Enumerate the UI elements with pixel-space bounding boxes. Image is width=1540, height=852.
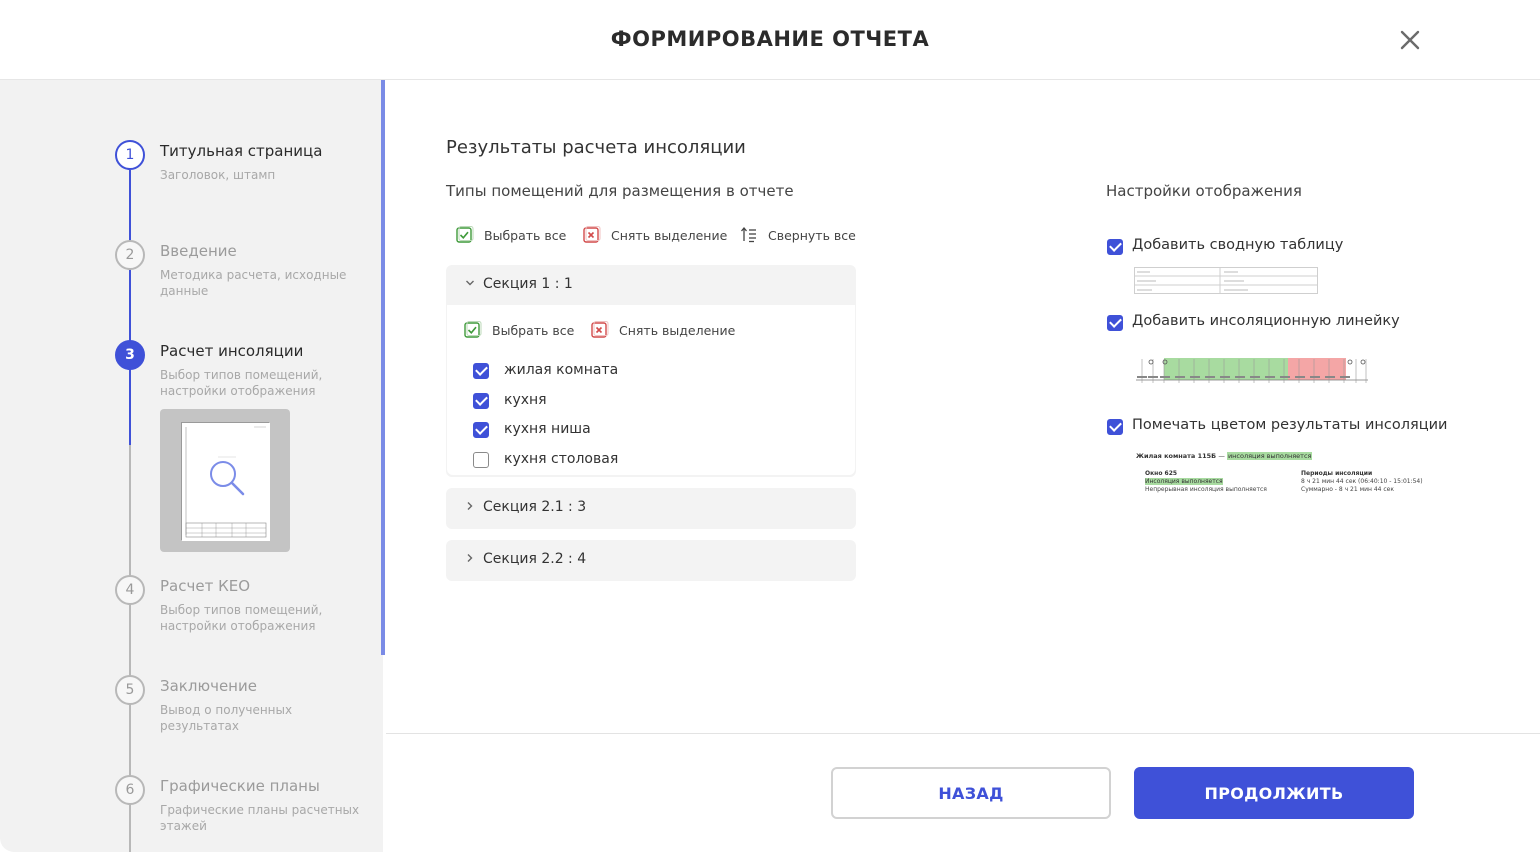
cross-square-icon	[591, 321, 609, 338]
sidebar-scrollbar[interactable]	[381, 80, 385, 655]
room-type-checkbox[interactable]	[473, 393, 489, 409]
chevron-down-icon	[466, 280, 474, 286]
section-panel-3: Секция 2.2 : 4	[446, 540, 856, 581]
preview-periods-title: Периоды инсоляции	[1301, 470, 1373, 477]
progress-rail-done	[129, 170, 131, 445]
preview-room-line: Жилая комната 115Б	[1136, 452, 1217, 460]
room-types-title: Типы помещений для размещения в отчете	[446, 182, 794, 200]
preview-window-status: Инсоляция выполняется	[1145, 478, 1223, 485]
step-subtitle: Вывод о полученных результатах	[160, 703, 293, 733]
page-preview-thumbnail[interactable]	[160, 409, 290, 552]
step-number: 4	[115, 575, 145, 605]
report-dialog: ФОРМИРОВАНИЕ ОТЧЕТА 1 Титульная страница…	[0, 0, 1540, 852]
section-select-all-button[interactable]: Выбрать все	[464, 321, 574, 339]
chevron-right-icon	[467, 554, 473, 562]
step-title: Заключение	[160, 677, 257, 695]
room-type-label: кухня ниша	[504, 421, 591, 437]
section-label: Секция 1 : 1	[483, 276, 573, 292]
color-results-checkbox[interactable]	[1107, 419, 1123, 435]
step-number: 1	[115, 140, 145, 170]
step-subtitle: Методика расчета, исходные данные	[160, 268, 347, 298]
preview-period-sum: Суммарно - 8 ч 21 мин 44 сек	[1301, 486, 1394, 493]
magnifier-icon	[210, 461, 245, 496]
section-header[interactable]: Секция 2.1 : 3	[446, 488, 856, 528]
check-square-icon	[464, 321, 482, 338]
step-title: Расчет КЕО	[160, 577, 251, 595]
insolation-ruler-preview	[1136, 358, 1368, 383]
section-title: Результаты расчета инсоляции	[446, 137, 746, 158]
preview-window: Окно 625	[1145, 470, 1178, 477]
select-all-label: Выбрать все	[484, 227, 567, 243]
page-preview-sheet	[181, 422, 270, 541]
summary-table-preview	[1134, 267, 1318, 294]
step-subtitle: Выбор типов помещений, настройки отображ…	[160, 603, 323, 633]
section-body: Выбрать все Снять выделение жилая комнат…	[447, 305, 855, 475]
deselect-label: Снять выделение	[611, 227, 728, 243]
display-settings-title: Настройки отображения	[1106, 182, 1302, 200]
step-number: 5	[115, 675, 145, 705]
step-title: Расчет инсоляции	[160, 342, 304, 360]
step-title: Графические планы	[160, 777, 320, 795]
step-number: 3	[115, 340, 145, 370]
section-label: Секция 2.1 : 3	[483, 499, 587, 515]
deselect-button[interactable]: Снять выделение	[583, 226, 727, 244]
step-subtitle: Графические планы расчетных этажей	[160, 803, 360, 833]
cross-square-icon	[583, 226, 601, 243]
section-header[interactable]: Секция 2.2 : 4	[446, 540, 856, 580]
step-subtitle: Заголовок, штамп	[160, 168, 276, 182]
step-title: Титульная страница	[160, 142, 323, 160]
room-type-checkbox[interactable]	[473, 422, 489, 438]
section-label: Секция 2.2 : 4	[483, 551, 587, 567]
summary-table-checkbox[interactable]	[1107, 239, 1123, 255]
select-all-button[interactable]: Выбрать все	[456, 226, 566, 244]
insolation-ruler-checkbox[interactable]	[1107, 315, 1123, 331]
room-type-label: кухня столовая	[504, 451, 619, 467]
room-type-label: кухня	[504, 392, 547, 408]
step-title: Введение	[160, 242, 237, 260]
step-subtitle: Выбор типов помещений, настройки отображ…	[160, 368, 323, 398]
chevron-right-icon	[467, 502, 473, 510]
room-type-label: жилая комната	[504, 362, 619, 378]
section-select-all-label: Выбрать все	[492, 322, 575, 338]
section-deselect-button[interactable]: Снять выделение	[591, 321, 735, 339]
dialog-title: ФОРМИРОВАНИЕ ОТЧЕТА	[610, 27, 930, 51]
continue-button[interactable]: ПРОДОЛЖИТЬ	[1134, 767, 1414, 819]
section-panel-1: Секция 1 : 1 Выбрать все Снять выделение	[446, 265, 856, 477]
summary-table-label: Добавить сводную таблицу	[1132, 237, 1344, 253]
dialog-header: ФОРМИРОВАНИЕ ОТЧЕТА	[0, 0, 1540, 80]
preview-room-status: инсоляция выполняется	[1226, 452, 1313, 460]
preview-period-1: 8 ч 21 мин 44 сек (06:40:10 - 15:01:54)	[1301, 478, 1423, 485]
preview-continuous: Непрерывная инсоляция выполняется	[1145, 486, 1267, 493]
section-header[interactable]: Секция 1 : 1	[446, 265, 856, 305]
section-panel-2: Секция 2.1 : 3	[446, 488, 856, 529]
insolation-ruler-label: Добавить инсоляционную линейку	[1132, 313, 1400, 329]
section-deselect-label: Снять выделение	[619, 322, 736, 338]
color-results-preview: Жилая комната 115Б — инсоляция выполняет…	[1136, 452, 1423, 493]
step-number: 2	[115, 240, 145, 270]
check-square-icon	[456, 226, 474, 243]
color-results-label: Помечать цветом результаты инсоляции	[1132, 417, 1448, 433]
room-type-checkbox[interactable]	[473, 363, 489, 379]
room-type-checkbox[interactable]	[473, 452, 489, 468]
collapse-all-label: Свернуть все	[768, 227, 856, 243]
footer-divider	[386, 733, 1540, 734]
collapse-all-button[interactable]: Свернуть все	[740, 226, 856, 244]
close-icon[interactable]	[1396, 26, 1424, 54]
collapse-list-icon	[741, 226, 756, 243]
step-number: 6	[115, 775, 145, 805]
back-button[interactable]: НАЗАД	[831, 767, 1111, 819]
